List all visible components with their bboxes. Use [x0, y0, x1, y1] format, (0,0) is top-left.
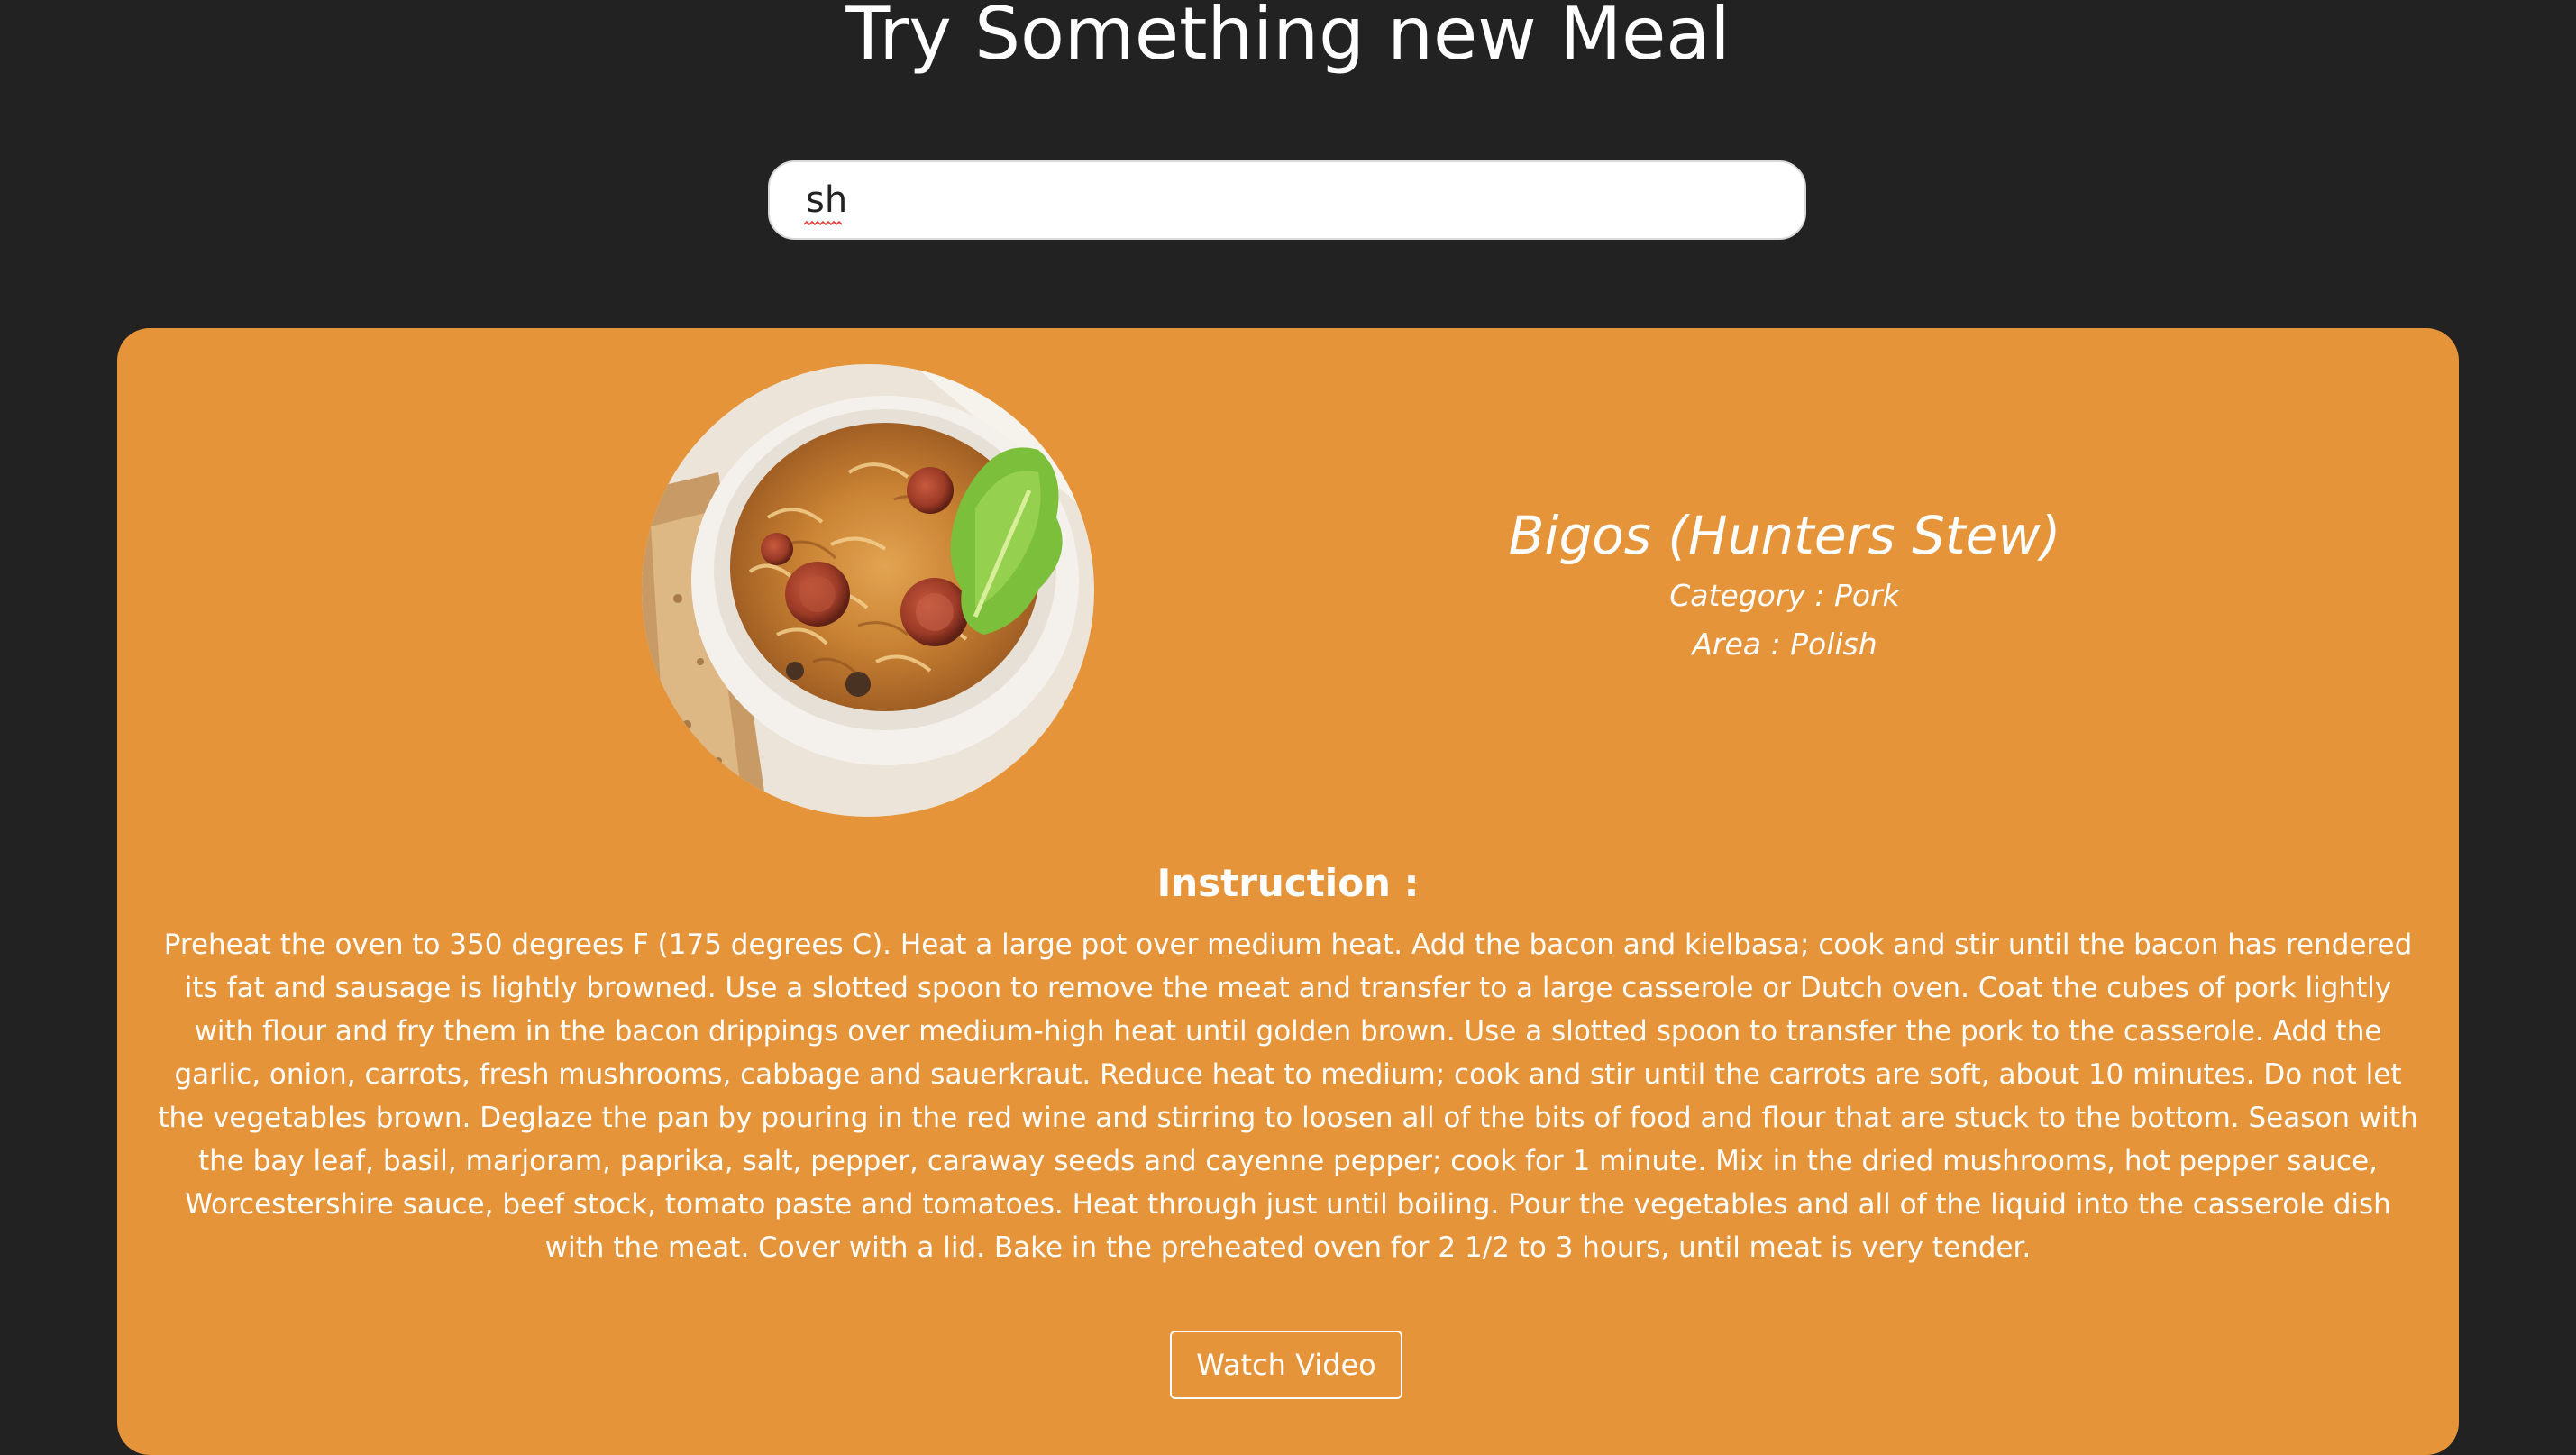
meal-card: Bigos (Hunters Stew) Category : Pork Are… [117, 328, 2459, 1455]
instruction-text: Preheat the oven to 350 degrees F (175 d… [158, 929, 2418, 1264]
bigos-photo [642, 364, 1094, 817]
watch-video-button[interactable]: Watch Video [1170, 1331, 1402, 1399]
meal-image [642, 364, 1094, 817]
search-input[interactable] [768, 160, 1806, 240]
meal-category: Category : Pork [1669, 578, 1900, 613]
instruction-heading: Instruction : [1156, 861, 1420, 905]
meal-info: Bigos (Hunters Stew) Category : Pork Are… [1262, 499, 2307, 669]
page-title: Try Something new Meal [845, 0, 1731, 76]
spellcheck-underline [804, 220, 843, 226]
meal-name: Bigos (Hunters Stew) [1508, 505, 2061, 566]
search-bar [768, 160, 1806, 240]
meal-area: Area : Polish [1692, 627, 1877, 662]
